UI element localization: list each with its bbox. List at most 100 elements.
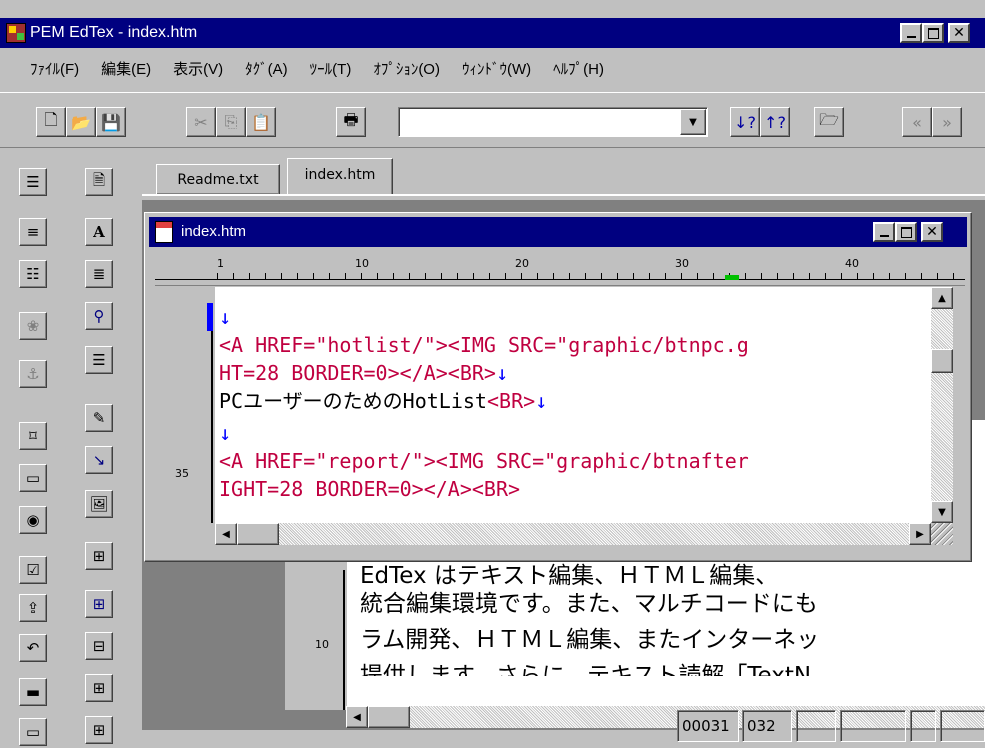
editor-close-button[interactable]: ✕ [921,222,943,242]
print-button[interactable]: 🖶 [336,107,366,137]
scroll-down-icon: ▼ [938,506,946,518]
bullet-list-button[interactable]: ☰ [19,168,47,196]
font-button[interactable]: A [85,218,113,246]
image-button[interactable]: 🖼 [85,490,113,518]
back-line-number: 10 [315,638,329,651]
hscroll-thumb[interactable] [237,523,279,545]
checkbox-icon: ☑ [26,561,40,579]
menu-tag[interactable]: ﾀｸﾞ(A) [245,61,288,78]
paragraph-button[interactable]: ☰ [85,346,113,374]
definition-list-button[interactable]: ☷ [19,260,47,288]
left-toolbar-1: ☰ ≡ ☷ ❀ ⚓ ⌑ ▭ ◉ ☑ ⇪ ↶ ▬ ▭ [16,160,50,748]
page-icon: 🗎 [92,170,106,189]
reset-tool[interactable]: ↶ [19,634,47,662]
ruler-cursor-marker [725,275,739,280]
table-more-button[interactable]: ⊞ [85,716,113,744]
menu-view[interactable]: 表示(V) [173,61,223,78]
close-button[interactable]: ✕ [948,23,970,43]
reset-icon: ↶ [26,639,40,657]
disabled-tool-2[interactable]: ⚓ [19,360,47,388]
toolbar: 🗋 📂 💾 ✂ ⎘ 📋 🖶 ▼ ↓? ↑? 🗁 « » [0,92,985,148]
editor-vscroll[interactable]: ▲ ▼ [931,287,953,523]
save-button[interactable]: 💾 [96,107,126,137]
textbox-button[interactable]: ▭ [19,464,47,492]
document-icon[interactable] [155,221,173,243]
scroll-up-button[interactable]: ▲ [931,287,953,309]
back-scroll-left-button[interactable]: ◀ [346,706,368,728]
checkbox-tool[interactable]: ☑ [19,556,47,584]
edit-icon: ✎ [92,409,106,427]
code-line-1: ↓ [219,305,232,329]
minimize-button[interactable] [900,23,922,43]
arrow-down-right-icon: ↘ [92,451,106,469]
prev-button[interactable]: « [902,107,932,137]
scroll-up-icon: ▲ [938,292,946,304]
next-button[interactable]: » [932,107,962,137]
page-button[interactable]: 🗎 [85,168,113,196]
back-doc-line-1: 統合編集環境です。また、マルチコードにも [360,591,818,617]
table-col-button[interactable]: ⊟ [85,632,113,660]
submit-tool[interactable]: ⇪ [19,594,47,622]
edit-button[interactable]: ✎ [85,404,113,432]
back-scroll-thumb[interactable] [368,706,410,728]
open-button[interactable]: 📂 [66,107,96,137]
table-row-icon: ⊞ [92,595,106,613]
select-tool[interactable]: ▭ [19,718,47,746]
disabled-tool-1[interactable]: ❀ [19,312,47,340]
new-file-button[interactable]: 🗋 [36,107,66,137]
radio-button-tool[interactable]: ◉ [19,506,47,534]
menu-window[interactable]: ｳｨﾝﾄﾞｳ(W) [462,61,531,78]
numbered-list-button[interactable]: ≡ [19,218,47,246]
combo-dropdown-button[interactable]: ▼ [680,109,706,135]
table-button[interactable]: ⊞ [85,542,113,570]
input-tool[interactable]: ▬ [19,678,47,706]
editor-text-area[interactable]: ↓ <A HREF="hotlist/"><IMG SRC="graphic/b… [215,287,931,523]
find-files-button[interactable]: 🗁 [814,107,844,137]
scroll-down-button[interactable]: ▼ [931,501,953,523]
menu-help[interactable]: ﾍﾙﾌﾟ(H) [553,61,604,78]
cut-button[interactable]: ✂ [186,107,216,137]
menu-edit[interactable]: 編集(E) [101,61,151,78]
editor-hscroll[interactable]: ◀ ▶ [215,523,931,545]
tab-index[interactable]: index.htm [287,158,393,196]
maximize-button[interactable] [922,23,944,43]
menu-tools[interactable]: ﾂｰﾙ(T) [310,61,352,78]
size-grip[interactable] [931,523,953,545]
editor-maximize-button[interactable] [895,222,917,242]
table-icon: ⊞ [92,547,106,565]
paste-button[interactable]: 📋 [246,107,276,137]
scroll-right-button[interactable]: ▶ [909,523,931,545]
code-line-7: IGHT=28 BORDER=0></A><BR> [219,477,521,501]
font-icon: A [93,223,105,241]
copy-button[interactable]: ⎘ [216,107,246,137]
align-button[interactable]: ≣ [85,260,113,288]
menu-bar: ﾌｧｲﾙ(F) 編集(E) 表示(V) ﾀｸﾞ(A) ﾂｰﾙ(T) ｵﾌﾟｼｮﾝ(O) ｳｨ… [0,48,985,90]
status-line: 00031 [677,710,739,742]
code-line-6: <A HREF="report/"><IMG SRC="graphic/btna… [219,449,749,473]
app-icon[interactable] [6,23,26,43]
vscroll-thumb[interactable] [931,349,953,373]
scroll-left-button[interactable]: ◀ [215,523,237,545]
find-prev-icon: ↑? [764,112,786,132]
link-button[interactable]: ⚲ [85,302,113,330]
select-icon: ▭ [25,723,41,741]
search-down-button[interactable]: ↓? [730,107,760,137]
textbox-icon: ▭ [25,469,41,487]
radio-icon: ◉ [26,511,40,529]
table-cell-button[interactable]: ⊞ [85,674,113,702]
tab-index-label: index.htm [304,167,376,183]
maximize-icon [900,226,912,238]
jump-button[interactable]: ↘ [85,446,113,474]
folder-search-icon: 🗁 [819,109,839,129]
numbered-list-icon: ≡ [26,223,40,241]
search-combo[interactable]: ▼ [398,107,708,137]
tab-readme[interactable]: Readme.txt [156,164,280,194]
table-row-button[interactable]: ⊞ [85,590,113,618]
frame-button[interactable]: ⌑ [19,422,47,450]
search-up-button[interactable]: ↑? [760,107,790,137]
editor-minimize-button[interactable] [873,222,895,242]
menu-file[interactable]: ﾌｧｲﾙ(F) [30,61,79,78]
menu-options[interactable]: ｵﾌﾟｼｮﾝ(O) [373,61,440,78]
code-line-3: HT=28 BORDER=0></A><BR>↓ [219,361,508,385]
copy-icon: ⎘ [224,112,238,131]
